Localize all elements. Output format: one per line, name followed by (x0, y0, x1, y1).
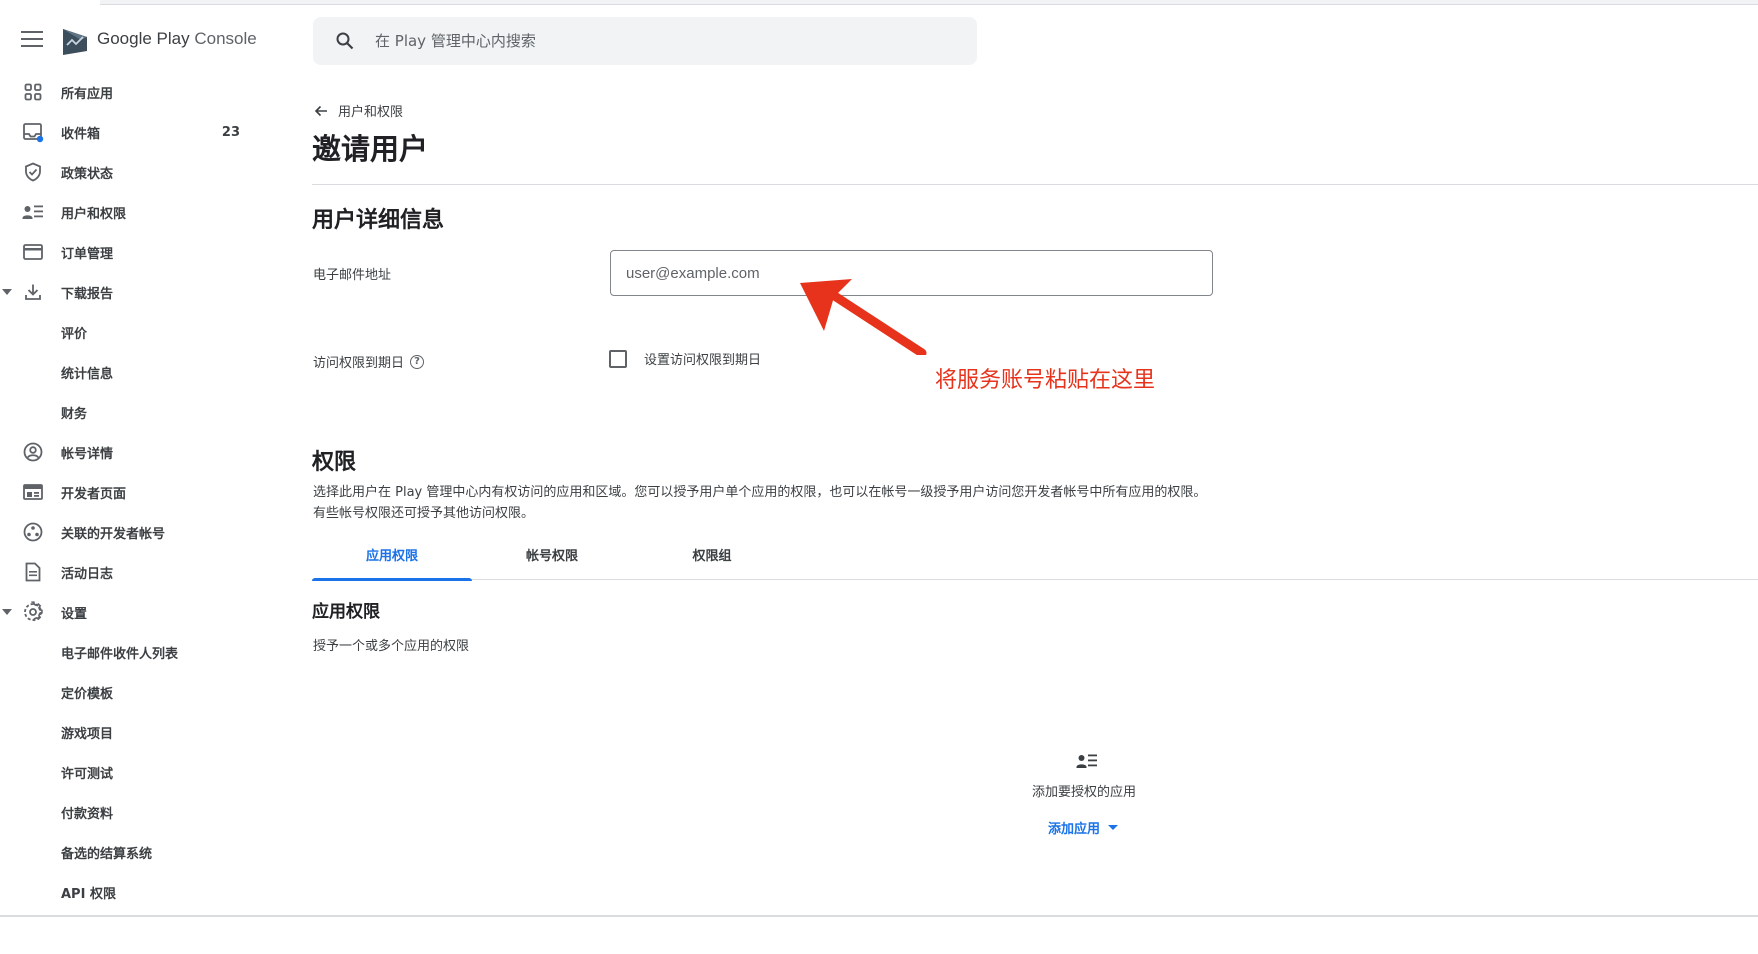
access-expiry-label: 访问权限到期日 ? (313, 352, 425, 371)
divider (312, 184, 1758, 185)
sidebar-item-pricing-templates[interactable]: 定价模板 (0, 672, 270, 712)
sidebar-item-download-reports[interactable]: 下载报告 (0, 272, 270, 312)
sidebar-item-inbox[interactable]: 收件箱 23 (0, 112, 270, 152)
sidebar: Google Play Console 所有应用 收件箱 23 政策状态 用户和… (0, 0, 280, 915)
sidebar-item-label: 设置 (61, 606, 88, 622)
page-title: 邀请用户 (312, 132, 429, 166)
play-console-logo (63, 29, 87, 55)
sidebar-item-label: 政策状态 (61, 166, 114, 182)
shield-icon (22, 161, 44, 183)
sidebar-item-api-access[interactable]: API 权限 (0, 872, 270, 912)
grid-icon (22, 81, 44, 103)
sidebar-item-all-apps[interactable]: 所有应用 (0, 72, 270, 112)
expiry-checkbox-row[interactable]: 设置访问权限到期日 (609, 349, 761, 368)
web-page-icon (22, 481, 44, 503)
sidebar-item-license-testing[interactable]: 许可测试 (0, 752, 270, 792)
expiry-checkbox[interactable] (609, 349, 627, 368)
sidebar-item-users-permissions[interactable]: 用户和权限 (0, 192, 270, 232)
sidebar-item-statistics[interactable]: 统计信息 (0, 352, 270, 392)
sidebar-item-label: 所有应用 (61, 86, 114, 102)
expand-caret-icon[interactable] (2, 609, 12, 615)
sidebar-item-account-details[interactable]: 帐号详情 (0, 432, 270, 472)
sidebar-item-label: 帐号详情 (61, 446, 114, 462)
sidebar-item-label: 评价 (61, 326, 88, 342)
hamburger-menu-icon[interactable] (21, 31, 43, 49)
add-app-button[interactable]: 添加应用 (1048, 818, 1119, 837)
sidebar-item-linked-accounts[interactable]: 关联的开发者帐号 (0, 512, 270, 552)
account-circle-icon (22, 441, 44, 463)
sidebar-item-label: 统计信息 (61, 366, 114, 382)
user-list-icon (22, 201, 44, 223)
linked-accounts-icon (22, 521, 44, 543)
search-bar[interactable] (313, 17, 977, 65)
annotation-arrow-icon (800, 279, 927, 355)
download-icon (22, 281, 44, 303)
permissions-tabs: 应用权限 帐号权限 权限组 (312, 544, 1758, 581)
permissions-description: 选择此用户在 Play 管理中心内有权访问的应用和区域。您可以授予用户单个应用的… (313, 485, 1207, 521)
expand-caret-icon[interactable] (2, 289, 12, 295)
breadcrumb-label: 用户和权限 (338, 105, 404, 120)
brand-name: Google Play Console (97, 29, 257, 48)
sidebar-item-label: 收件箱 (61, 126, 101, 142)
user-details-title: 用户详细信息 (312, 208, 445, 233)
search-input[interactable] (373, 29, 933, 53)
sidebar-item-label: 定价模板 (61, 686, 114, 702)
chevron-down-icon (1108, 825, 1119, 830)
back-arrow-icon (314, 105, 327, 116)
credit-card-icon (22, 241, 44, 263)
add-app-label: 添加应用 (1048, 822, 1101, 837)
search-icon (336, 32, 354, 50)
sidebar-item-game-projects[interactable]: 游戏项目 (0, 712, 270, 752)
sidebar-item-finance[interactable]: 财务 (0, 392, 270, 432)
sidebar-item-label: 付款资料 (61, 806, 114, 822)
sidebar-item-policy-status[interactable]: 政策状态 (0, 152, 270, 192)
sidebar-item-label: 备选的结算系统 (61, 846, 153, 862)
user-list-icon (1076, 754, 1097, 768)
sidebar-item-label: 许可测试 (61, 766, 114, 782)
tab-account-permissions[interactable]: 帐号权限 (472, 544, 632, 580)
sidebar-item-developer-page[interactable]: 开发者页面 (0, 472, 270, 512)
help-icon[interactable]: ? (410, 354, 425, 369)
app-permissions-title: 应用权限 (312, 602, 380, 622)
sidebar-item-label: 开发者页面 (61, 486, 127, 502)
permissions-title: 权限 (312, 450, 357, 475)
sidebar-item-label: API 权限 (61, 886, 116, 902)
tab-permission-groups[interactable]: 权限组 (632, 544, 792, 580)
sidebar-item-label: 订单管理 (61, 246, 114, 262)
sidebar-item-label: 电子邮件收件人列表 (61, 646, 179, 662)
sidebar-item-label: 用户和权限 (61, 206, 127, 222)
gear-icon (22, 601, 44, 623)
sidebar-item-order-management[interactable]: 订单管理 (0, 232, 270, 272)
sidebar-item-settings[interactable]: 设置 (0, 592, 270, 632)
sidebar-item-label: 活动日志 (61, 566, 114, 582)
tab-app-permissions[interactable]: 应用权限 (312, 544, 472, 581)
empty-state-text: 添加要授权的应用 (1032, 785, 1137, 800)
sidebar-item-label: 财务 (61, 406, 88, 422)
sidebar-item-alternative-billing[interactable]: 备选的结算系统 (0, 832, 270, 872)
sidebar-item-label: 关联的开发者帐号 (61, 526, 166, 542)
inbox-count-badge: 23 (221, 124, 240, 140)
email-label: 电子邮件地址 (313, 268, 392, 283)
app-permissions-description: 授予一个或多个应用的权限 (313, 639, 470, 654)
sidebar-item-payments-profile[interactable]: 付款资料 (0, 792, 270, 832)
sidebar-item-email-lists[interactable]: 电子邮件收件人列表 (0, 632, 270, 672)
sidebar-item-label: 下载报告 (61, 286, 114, 302)
annotation-text: 将服务账号粘贴在这里 (935, 368, 1156, 393)
inbox-icon (22, 121, 44, 143)
document-icon (22, 561, 44, 583)
bottom-divider (0, 915, 1758, 917)
expiry-checkbox-label: 设置访问权限到期日 (644, 353, 762, 368)
sidebar-item-label: 游戏项目 (61, 726, 114, 742)
sidebar-item-ratings[interactable]: 评价 (0, 312, 270, 352)
access-expiry-label-text: 访问权限到期日 (313, 356, 405, 371)
breadcrumb[interactable]: 用户和权限 (314, 101, 403, 120)
sidebar-item-activity-log[interactable]: 活动日志 (0, 552, 270, 592)
